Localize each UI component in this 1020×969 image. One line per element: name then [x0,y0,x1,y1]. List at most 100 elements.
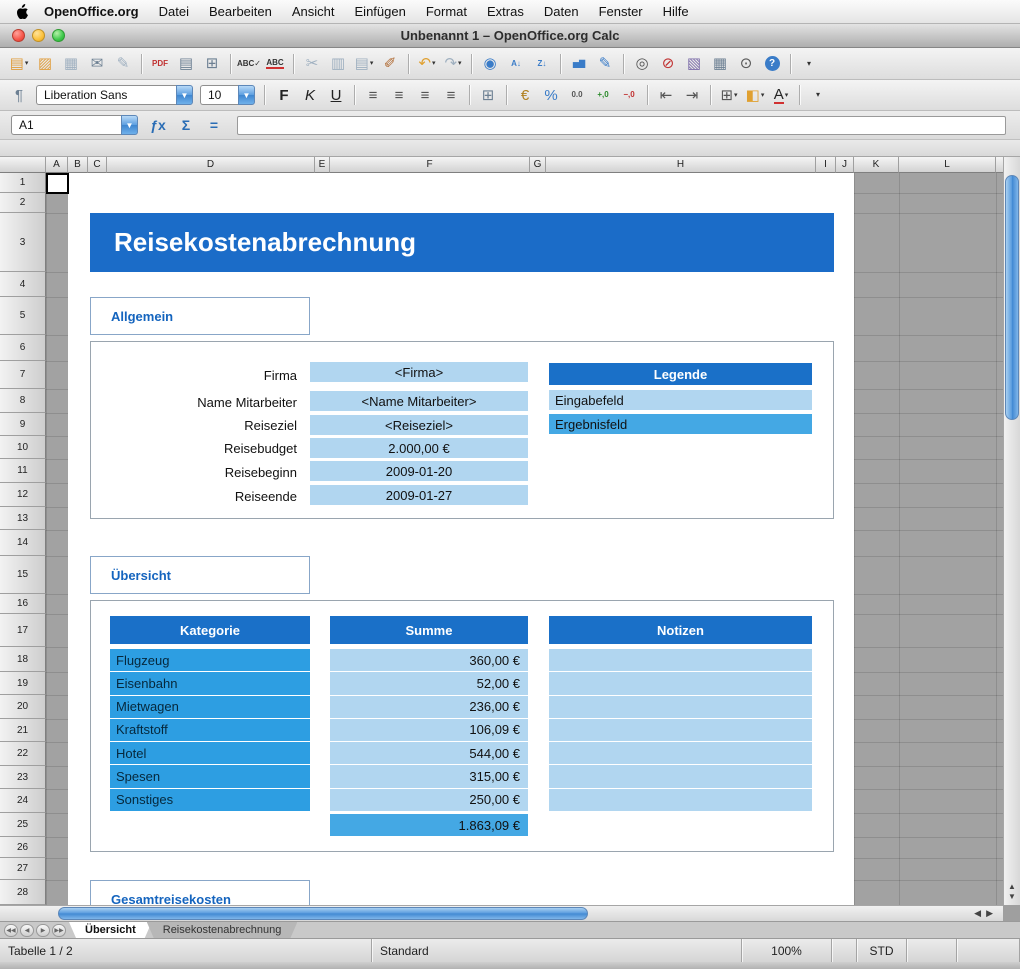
menu-extras[interactable]: Extras [477,4,534,19]
vertical-scroll-arrows-icon[interactable]: ▲ ▼ [1004,882,1020,902]
column-header-D[interactable]: D [107,157,315,173]
paste-icon[interactable]: ▤ ▾ [351,52,377,76]
sum-cell[interactable]: 52,00 € [330,672,528,695]
find-and-replace-icon[interactable]: ◎ [629,52,655,76]
document-as-email-icon[interactable]: ✉ [84,52,110,76]
column-header-F[interactable]: F [330,157,530,173]
window-titlebar[interactable]: Unbenannt 1 – OpenOffice.org Calc [0,24,1020,48]
row-header-7[interactable]: 7 [0,361,46,389]
status-selection-mode[interactable]: STD [857,939,907,962]
sum-cell[interactable]: 315,00 € [330,765,528,788]
page-preview-icon[interactable]: ⊞ [199,52,225,76]
redo-icon[interactable]: ↷ ▾ [440,52,466,76]
category-cell[interactable]: Mietwagen [110,695,310,718]
select-all-corner[interactable] [0,157,46,173]
notes-cell[interactable] [549,788,812,811]
row-header-10[interactable]: 10 [0,436,46,459]
category-cell[interactable]: Spesen [110,765,310,788]
field-value-cell[interactable]: <Name Mitarbeiter> [310,391,528,411]
row-header-13[interactable]: 13 [0,507,46,530]
sum-cell[interactable]: 106,09 € [330,718,528,742]
cells-area[interactable]: 1 2 3 4 5 6 7 8 9 10 11 12 13 14 15 16 17 18 19 20 21 22 23 24 2… [0,173,1003,905]
category-cell[interactable]: Sonstiges [110,788,310,811]
total-sum-cell[interactable]: 1.863,09 € [330,814,528,836]
minimize-window-button[interactable] [32,29,45,42]
status-sheet-info[interactable]: Tabelle 1 / 2 [0,939,372,962]
cell-name-box[interactable]: A1 ▼ [11,115,138,135]
gallery-icon[interactable]: ▧ [681,52,707,76]
row-header-3[interactable]: 3 [0,213,46,272]
row-header-22[interactable]: 22 [0,742,46,766]
row-header-11[interactable]: 11 [0,459,46,483]
column-header-H[interactable]: H [546,157,816,173]
underline-icon[interactable]: U [323,83,349,107]
menu-format[interactable]: Format [416,4,477,19]
menu-app-name[interactable]: OpenOffice.org [34,4,149,19]
menu-daten[interactable]: Daten [534,4,589,19]
field-value-cell[interactable]: <Reiseziel> [310,415,528,435]
font-size-combo[interactable]: 10 ▼ [200,85,255,105]
first-sheet-button[interactable]: ◀◀ [4,923,18,937]
add-decimal-icon[interactable]: +,0 [590,83,616,107]
column-header-L[interactable]: L [899,157,996,173]
copy-icon[interactable]: ▥ [325,52,351,76]
row-header-4[interactable]: 4 [0,272,46,297]
column-header-K[interactable]: K [854,157,899,173]
italic-icon[interactable]: K [297,83,323,107]
row-header-20[interactable]: 20 [0,695,46,719]
column-header-E[interactable]: E [315,157,330,173]
sum-cell[interactable]: 360,00 € [330,649,528,672]
merge-cells-icon[interactable]: ⊞ [475,83,501,107]
zoom-icon[interactable]: ⊙ [733,52,759,76]
name-box-dropdown-icon[interactable]: ▼ [121,115,138,135]
save-icon[interactable]: ▦ [58,52,84,76]
toolbar-options-icon[interactable]: ▾ [796,52,822,76]
close-window-button[interactable] [12,29,25,42]
toolbar-options-icon[interactable]: ▾ [805,83,831,107]
notes-cell[interactable] [549,672,812,695]
sort-descending-icon[interactable]: Z↓ [529,52,555,76]
background-color-icon[interactable]: ◧ ▾ [742,83,768,107]
field-value-cell[interactable]: 2009-01-27 [310,485,528,505]
row-header-6[interactable]: 6 [0,335,46,361]
horizontal-scrollbar-thumb[interactable] [58,907,588,920]
notes-cell[interactable] [549,718,812,742]
spreadsheet-page[interactable]: Reisekostenabrechnung Allgemein Firma <Fi… [68,173,854,905]
hyperlink-icon[interactable]: ◉ [477,52,503,76]
formula-input-line[interactable] [237,115,1006,135]
undo-icon[interactable]: ↶ ▾ [414,52,440,76]
row-header-2[interactable]: 2 [0,193,46,213]
category-cell[interactable]: Kraftstoff [110,718,310,742]
row-header-12[interactable]: 12 [0,483,46,507]
column-header-I[interactable]: I [816,157,836,173]
standard-format-icon[interactable]: 0.0 [564,83,590,107]
row-header-16[interactable]: 16 [0,594,46,614]
field-value-cell[interactable]: <Firma> [310,362,528,382]
show-draw-functions-icon[interactable]: ✎ [592,52,618,76]
vertical-scrollbar[interactable]: ▲ ▼ [1003,157,1020,905]
tab-uebersicht[interactable]: Übersicht [69,922,152,938]
notes-cell[interactable] [549,742,812,765]
row-header-19[interactable]: 19 [0,672,46,695]
zoom-window-button[interactable] [52,29,65,42]
row-header-28[interactable]: 28 [0,880,46,905]
menu-fenster[interactable]: Fenster [589,4,653,19]
format-paintbrush-icon[interactable]: ✐ [377,52,403,76]
row-header-5[interactable]: 5 [0,297,46,335]
column-header-C[interactable]: C [88,157,107,173]
help-icon[interactable]: ? [759,52,785,76]
delete-decimal-icon[interactable]: −,0 [616,83,642,107]
field-value-cell[interactable]: 2009-01-20 [310,461,528,481]
borders-icon[interactable]: ⊞ ▾ [716,83,742,107]
percent-format-icon[interactable]: % [538,83,564,107]
menu-einfügen[interactable]: Einfügen [345,4,416,19]
font-name-dropdown-icon[interactable]: ▼ [176,85,193,105]
row-header-21[interactable]: 21 [0,719,46,742]
notes-cell[interactable] [549,765,812,788]
status-page-style[interactable]: Standard [372,939,742,962]
datasources-icon[interactable]: ▦ [707,52,733,76]
status-modified-flag[interactable] [907,939,957,962]
font-name-value[interactable]: Liberation Sans [36,85,176,105]
sum-cell[interactable]: 544,00 € [330,742,528,765]
last-sheet-button[interactable]: ▶▶ [52,923,66,937]
